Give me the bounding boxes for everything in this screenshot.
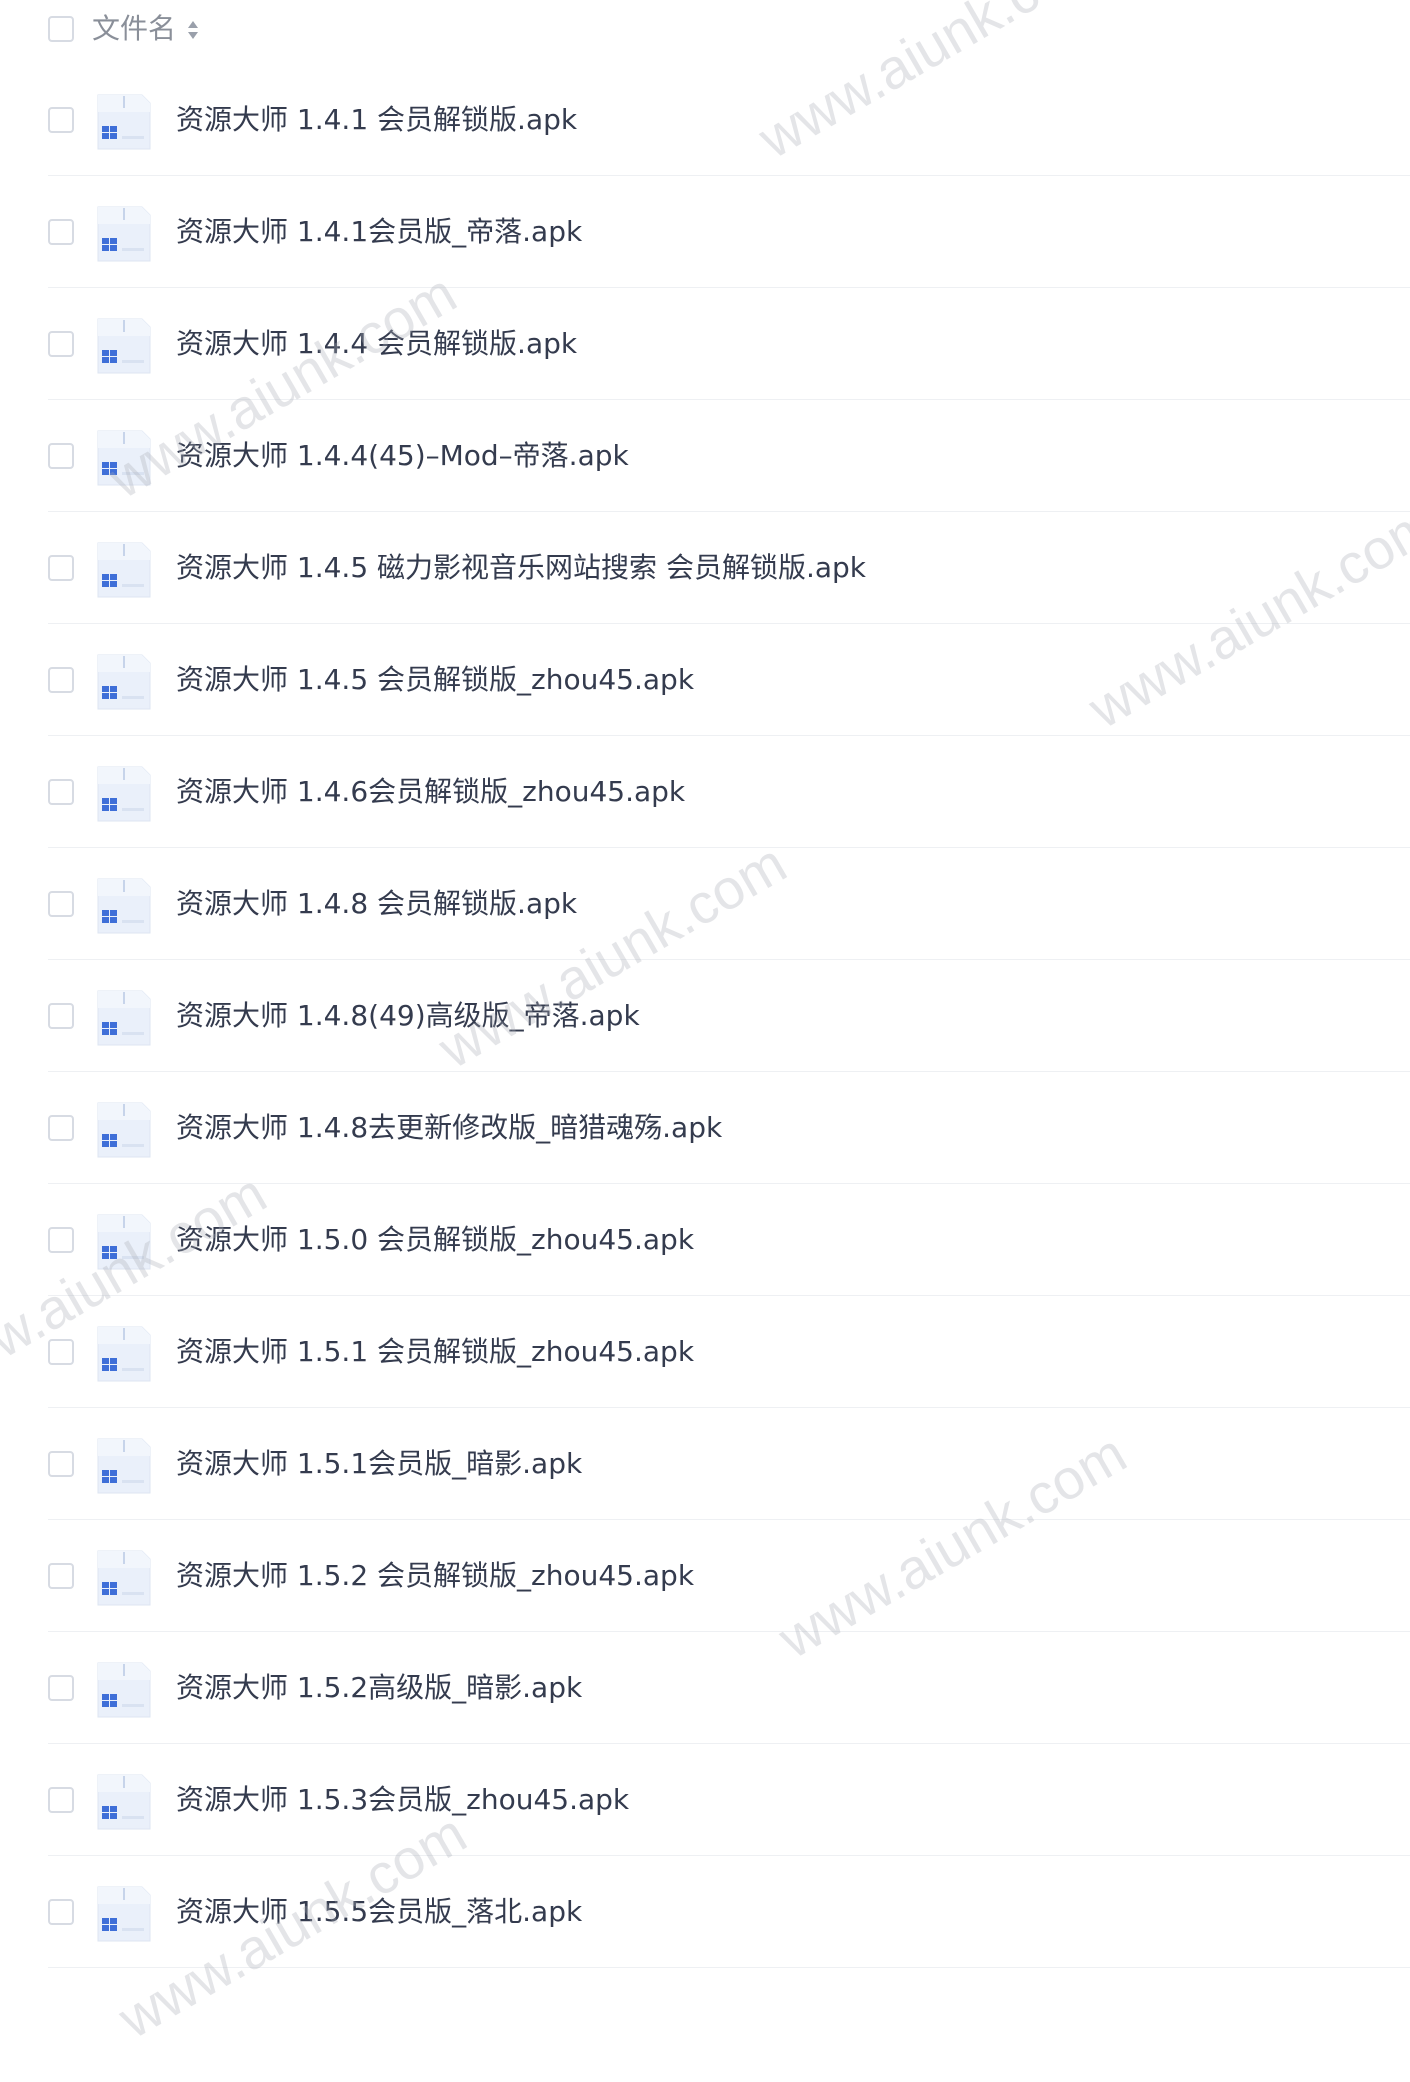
apk-file-icon: [94, 316, 154, 376]
list-header: 文件名: [0, 0, 1410, 58]
file-name[interactable]: 资源大师 1.4.1 会员解锁版.apk: [176, 102, 577, 138]
file-name[interactable]: 资源大师 1.4.8 会员解锁版.apk: [176, 886, 577, 922]
row-divider: [48, 1967, 1410, 1968]
file-row[interactable]: 资源大师 1.5.5会员版_落北.apk: [0, 1856, 1410, 1968]
apk-file-icon: [94, 428, 154, 488]
file-name[interactable]: 资源大师 1.5.2高级版_暗影.apk: [176, 1670, 582, 1706]
row-checkbox[interactable]: [48, 1563, 74, 1589]
filename-column-header[interactable]: 文件名: [92, 12, 176, 46]
apk-file-icon: [94, 1548, 154, 1608]
file-name[interactable]: 资源大师 1.4.4(45)–Mod–帝落.apk: [176, 438, 629, 474]
file-name[interactable]: 资源大师 1.4.5 会员解锁版_zhou45.apk: [176, 662, 694, 698]
file-row[interactable]: 资源大师 1.4.1 会员解锁版.apk: [0, 64, 1410, 176]
apk-file-icon: [94, 652, 154, 712]
file-name[interactable]: 资源大师 1.4.5 磁力影视音乐网站搜索 会员解锁版.apk: [176, 550, 866, 586]
file-row[interactable]: 资源大师 1.5.2 会员解锁版_zhou45.apk: [0, 1520, 1410, 1632]
row-checkbox[interactable]: [48, 1115, 74, 1141]
file-name[interactable]: 资源大师 1.5.1 会员解锁版_zhou45.apk: [176, 1334, 694, 1370]
file-row[interactable]: 资源大师 1.4.4 会员解锁版.apk: [0, 288, 1410, 400]
file-name[interactable]: 资源大师 1.5.2 会员解锁版_zhou45.apk: [176, 1558, 694, 1594]
row-checkbox[interactable]: [48, 1339, 74, 1365]
row-checkbox[interactable]: [48, 1675, 74, 1701]
apk-file-icon: [94, 988, 154, 1048]
file-name[interactable]: 资源大师 1.4.1会员版_帝落.apk: [176, 214, 582, 250]
apk-file-icon: [94, 1772, 154, 1832]
row-checkbox[interactable]: [48, 891, 74, 917]
file-row[interactable]: 资源大师 1.4.8 会员解锁版.apk: [0, 848, 1410, 960]
sort-icon[interactable]: [187, 19, 199, 41]
apk-file-icon: [94, 1884, 154, 1944]
file-list: 文件名 资源大师 1.4.1 会员解锁版.apk 资源大师 1.4.1会员版_帝…: [0, 0, 1410, 1968]
file-name[interactable]: 资源大师 1.5.0 会员解锁版_zhou45.apk: [176, 1222, 694, 1258]
apk-file-icon: [94, 1436, 154, 1496]
apk-file-icon: [94, 1100, 154, 1160]
apk-file-icon: [94, 1212, 154, 1272]
file-row[interactable]: 资源大师 1.5.2高级版_暗影.apk: [0, 1632, 1410, 1744]
apk-file-icon: [94, 1324, 154, 1384]
apk-file-icon: [94, 92, 154, 152]
file-row[interactable]: 资源大师 1.4.5 磁力影视音乐网站搜索 会员解锁版.apk: [0, 512, 1410, 624]
file-name[interactable]: 资源大师 1.4.6会员解锁版_zhou45.apk: [176, 774, 685, 810]
row-checkbox[interactable]: [48, 1227, 74, 1253]
file-row[interactable]: 资源大师 1.5.3会员版_zhou45.apk: [0, 1744, 1410, 1856]
file-row[interactable]: 资源大师 1.4.4(45)–Mod–帝落.apk: [0, 400, 1410, 512]
apk-file-icon: [94, 1660, 154, 1720]
row-checkbox[interactable]: [48, 443, 74, 469]
file-row[interactable]: 资源大师 1.5.0 会员解锁版_zhou45.apk: [0, 1184, 1410, 1296]
row-checkbox[interactable]: [48, 219, 74, 245]
file-row[interactable]: 资源大师 1.5.1 会员解锁版_zhou45.apk: [0, 1296, 1410, 1408]
file-row[interactable]: 资源大师 1.4.1会员版_帝落.apk: [0, 176, 1410, 288]
row-checkbox[interactable]: [48, 107, 74, 133]
row-checkbox[interactable]: [48, 1003, 74, 1029]
file-row[interactable]: 资源大师 1.4.5 会员解锁版_zhou45.apk: [0, 624, 1410, 736]
row-checkbox[interactable]: [48, 1451, 74, 1477]
select-all-checkbox[interactable]: [48, 16, 74, 42]
apk-file-icon: [94, 204, 154, 264]
file-row[interactable]: 资源大师 1.4.6会员解锁版_zhou45.apk: [0, 736, 1410, 848]
file-row[interactable]: 资源大师 1.5.1会员版_暗影.apk: [0, 1408, 1410, 1520]
apk-file-icon: [94, 540, 154, 600]
row-checkbox[interactable]: [48, 1899, 74, 1925]
file-name[interactable]: 资源大师 1.5.5会员版_落北.apk: [176, 1894, 582, 1930]
file-name[interactable]: 资源大师 1.4.4 会员解锁版.apk: [176, 326, 577, 362]
file-row[interactable]: 资源大师 1.4.8去更新修改版_暗猎魂殇.apk: [0, 1072, 1410, 1184]
row-checkbox[interactable]: [48, 331, 74, 357]
apk-file-icon: [94, 876, 154, 936]
row-checkbox[interactable]: [48, 779, 74, 805]
row-checkbox[interactable]: [48, 555, 74, 581]
file-row[interactable]: 资源大师 1.4.8(49)高级版_帝落.apk: [0, 960, 1410, 1072]
file-name[interactable]: 资源大师 1.5.3会员版_zhou45.apk: [176, 1782, 629, 1818]
file-name[interactable]: 资源大师 1.4.8去更新修改版_暗猎魂殇.apk: [176, 1110, 722, 1146]
row-checkbox[interactable]: [48, 667, 74, 693]
file-name[interactable]: 资源大师 1.4.8(49)高级版_帝落.apk: [176, 998, 640, 1034]
row-checkbox[interactable]: [48, 1787, 74, 1813]
apk-file-icon: [94, 764, 154, 824]
file-name[interactable]: 资源大师 1.5.1会员版_暗影.apk: [176, 1446, 582, 1482]
